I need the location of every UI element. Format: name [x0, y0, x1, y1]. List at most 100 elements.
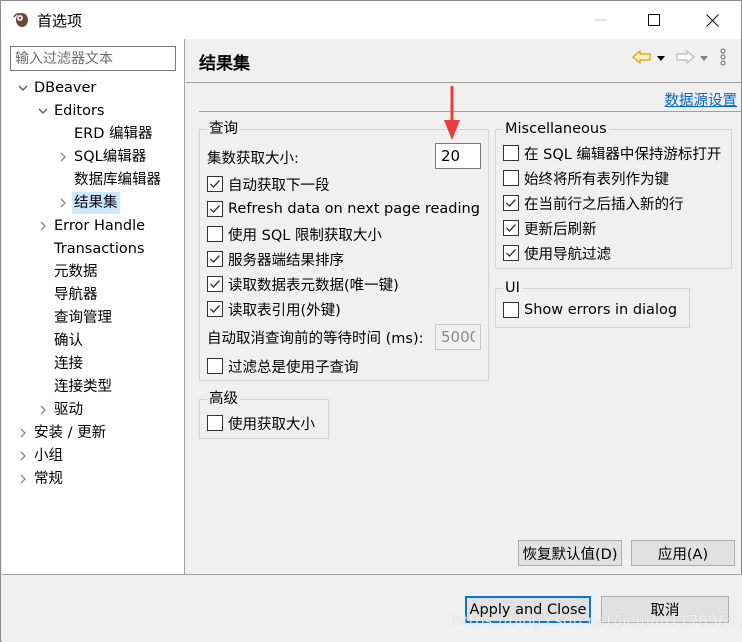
checkbox-unchecked[interactable] [503, 145, 519, 161]
chevron-down-icon[interactable] [36, 100, 50, 122]
tree-item-label: 数据库编辑器 [74, 172, 161, 188]
query-option[interactable]: 读取表引用(外键) [207, 298, 341, 320]
title-bar: 首选项 [1, 1, 741, 39]
checkbox-checked[interactable] [207, 301, 223, 317]
tree-item-label: 确认 [54, 333, 83, 349]
chevron-right-icon[interactable] [16, 468, 30, 490]
page-title: 结果集 [199, 54, 250, 74]
tree-item[interactable]: 安装 / 更新 [2, 422, 185, 444]
tree-item-label: 查询管理 [54, 310, 112, 326]
tree-item-label: 常规 [34, 471, 63, 487]
checkmark-icon [506, 249, 516, 257]
checkbox-label: Refresh data on next page reading [228, 201, 480, 217]
checkbox-checked[interactable] [503, 195, 519, 211]
tree-item[interactable]: DBeaver [2, 77, 185, 99]
query-option[interactable]: 读取数据表元数据(唯一键) [207, 273, 399, 295]
checkbox-checked[interactable] [207, 176, 223, 192]
restore-defaults-button[interactable]: 恢复默认值(D) [518, 540, 622, 566]
apply-button[interactable]: 应用(A) [631, 540, 735, 566]
header-separator [199, 111, 741, 112]
query-group-title: 查询 [207, 120, 240, 138]
checkbox-checked[interactable] [207, 251, 223, 267]
tree-item[interactable]: 驱动 [2, 399, 185, 421]
tree-item[interactable]: 导航器 [2, 284, 185, 306]
close-button[interactable] [684, 1, 740, 39]
tree-item[interactable]: 结果集 [2, 192, 185, 214]
query-option[interactable]: 服务器端结果排序 [207, 248, 344, 270]
checkbox-checked[interactable] [503, 220, 519, 236]
chevron-right-icon[interactable] [36, 399, 50, 421]
chevron-right-icon[interactable] [16, 422, 30, 444]
tree-item[interactable]: Error Handle [2, 215, 185, 237]
query-option[interactable]: 自动获取下一段 [207, 173, 330, 195]
checkbox-unchecked[interactable] [503, 170, 519, 186]
advanced-group: 高级 使用获取大小 [199, 390, 329, 439]
chevron-down-icon[interactable] [16, 77, 30, 99]
apply-and-close-label: Apply and Close [469, 601, 587, 618]
view-menu-icon[interactable] [719, 48, 727, 66]
checkbox-label: 自动获取下一段 [228, 177, 330, 194]
filter-input[interactable] [10, 46, 176, 71]
forward-arrow-icon[interactable] [675, 49, 695, 65]
tree-item[interactable]: 确认 [2, 330, 185, 352]
tree-item[interactable]: 小组 [2, 445, 185, 467]
checkbox-checked[interactable] [503, 245, 519, 261]
checkbox-unchecked[interactable] [503, 302, 519, 318]
misc-option[interactable]: 使用导航过滤 [503, 242, 611, 264]
cancel-button[interactable]: 取消 [601, 596, 729, 623]
checkbox-label: 读取表引用(外键) [228, 302, 341, 319]
tree-item-label: DBeaver [34, 80, 97, 96]
maximize-button[interactable] [626, 1, 682, 39]
cancel-label: 取消 [650, 603, 680, 619]
checkbox-checked[interactable] [207, 201, 223, 217]
tree-item[interactable]: 连接 [2, 353, 185, 375]
tree-item-label: 结果集 [72, 192, 120, 214]
tree-item-label: Error Handle [54, 218, 146, 234]
tree-item-label: 连接 [54, 356, 83, 372]
checkbox-unchecked[interactable] [207, 415, 223, 431]
tree-item[interactable]: ERD 编辑器 [2, 123, 185, 145]
checkbox-label: 使用 SQL 限制获取大小 [228, 227, 382, 244]
tree-item[interactable]: 连接类型 [2, 376, 185, 398]
dbeaver-app-icon [13, 13, 28, 27]
tree-item-label: 小组 [34, 448, 63, 464]
misc-option[interactable]: 更新后刷新 [503, 217, 597, 239]
datasource-settings-link[interactable]: 数据源设置 [665, 89, 738, 110]
chevron-right-icon[interactable] [56, 146, 70, 168]
fetch-size-input[interactable] [435, 143, 481, 169]
tree-item[interactable]: Transactions [2, 238, 185, 260]
misc-option[interactable]: 在当前行之后插入新的行 [503, 192, 684, 214]
checkmark-icon [210, 305, 220, 313]
advanced-option[interactable]: 使用获取大小 [207, 412, 315, 434]
checkbox-checked[interactable] [207, 276, 223, 292]
tree-item-label: Editors [54, 103, 105, 119]
misc-option[interactable]: 始终将所有表列作为键 [503, 167, 669, 189]
checkbox-label: Show errors in dialog [524, 302, 678, 318]
forward-history-dropdown-icon[interactable] [700, 56, 708, 61]
checkbox-label: 更新后刷新 [524, 221, 597, 238]
miscellaneous-group: Miscellaneous 在 SQL 编辑器中保持游标打开 始终将所有表列作为键… [495, 120, 732, 269]
checkbox-unchecked[interactable] [207, 226, 223, 242]
tree-item[interactable]: 数据库编辑器 [2, 169, 185, 191]
subquery-option[interactable]: 过滤总是使用子查询 [207, 355, 359, 377]
tree-item[interactable]: 元数据 [2, 261, 185, 283]
checkbox-unchecked[interactable] [207, 358, 223, 374]
restore-defaults-label: 恢复默认值(D) [522, 546, 618, 563]
tree-item[interactable]: 常规 [2, 468, 185, 490]
query-option[interactable]: 使用 SQL 限制获取大小 [207, 223, 382, 245]
chevron-right-icon[interactable] [56, 192, 70, 214]
misc-option[interactable]: 在 SQL 编辑器中保持游标打开 [503, 142, 721, 164]
tree-item[interactable]: SQL编辑器 [2, 146, 185, 168]
checkmark-icon [210, 205, 220, 213]
minimize-button[interactable] [573, 1, 629, 39]
tree-item[interactable]: 查询管理 [2, 307, 185, 329]
tree-item[interactable]: Editors [2, 100, 185, 122]
query-option[interactable]: Refresh data on next page reading [207, 198, 480, 220]
ui-option[interactable]: Show errors in dialog [503, 299, 677, 321]
chevron-right-icon[interactable] [36, 215, 50, 237]
tree-item-label: 元数据 [54, 264, 98, 280]
apply-and-close-button[interactable]: Apply and Close [465, 596, 591, 623]
back-history-dropdown-icon[interactable] [657, 56, 665, 61]
chevron-right-icon[interactable] [16, 445, 30, 467]
back-arrow-icon[interactable] [632, 49, 652, 65]
